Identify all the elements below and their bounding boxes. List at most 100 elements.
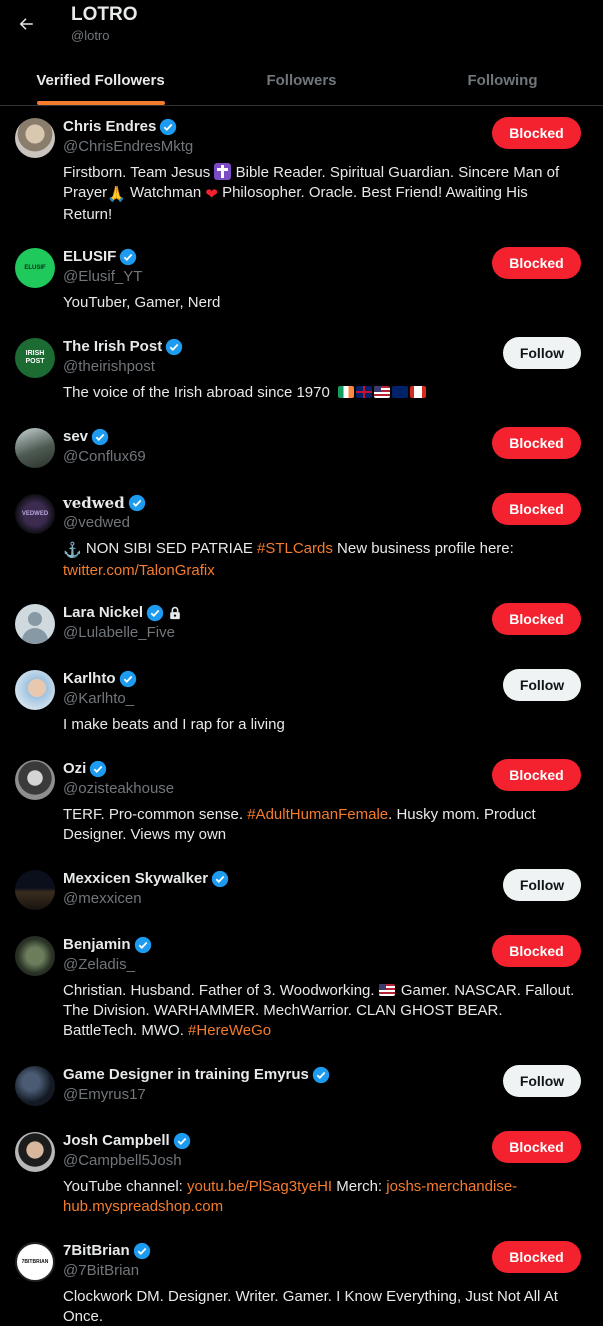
user-name[interactable]: Mexxicen Skywalker <box>63 870 208 888</box>
user-bio: Clockwork DM. Designer. Writer. Gamer. I… <box>63 1288 558 1325</box>
user-name[interactable]: sev <box>63 428 88 446</box>
7bitbrian-avatar[interactable]: 7BITBRIAN <box>15 1242 55 1282</box>
user-handle: @Lulabelle_Five <box>63 624 175 641</box>
user-name[interactable]: Karlhto <box>63 670 116 688</box>
user-name[interactable]: Lara Nickel <box>63 604 143 622</box>
user-bio: Christian. Husband. Father of 3. Woodwor… <box>63 982 575 1039</box>
user-name[interactable]: Benjamin <box>63 936 131 954</box>
youtube-link[interactable]: youtu.be/PlSag3tyeHI <box>187 1178 332 1195</box>
irish-post-avatar[interactable]: IRISH POST <box>15 338 55 378</box>
page-title: LOTRO <box>71 4 138 25</box>
verified-badge-icon <box>173 1132 190 1150</box>
elusif-avatar[interactable]: ELUSIF <box>15 248 55 288</box>
user-row[interactable]: Benjamin @Zeladis_ Blocked Christian. Hu… <box>0 924 603 1054</box>
portrait-avatar[interactable] <box>15 760 55 800</box>
user-bio: I make beats and I rap for a living <box>63 716 285 733</box>
canada-flag-icon <box>410 386 427 398</box>
user-bio: ⚓ NON SIBI SED PATRIAE #STLCards New bus… <box>63 540 514 579</box>
user-row[interactable]: Chris Endres @ChrisEndresMktg Blocked Fi… <box>0 106 603 236</box>
uk-flag-icon <box>356 386 373 398</box>
tab-following[interactable]: Following <box>402 56 603 105</box>
user-name[interactable]: The Irish Post <box>63 338 162 356</box>
user-row[interactable]: ELUSIF ELUSIF @Elusif_YT Blocked YouTube… <box>0 236 603 326</box>
verified-badge-icon <box>211 870 229 888</box>
bearded-man-avatar[interactable] <box>15 118 55 158</box>
hashtag-link[interactable]: #STLCards <box>257 540 333 557</box>
dark-figure-avatar[interactable] <box>15 1066 55 1106</box>
user-handle: @Campbell5Josh <box>63 1152 182 1169</box>
follow-button[interactable]: Follow <box>503 337 581 369</box>
night-city-avatar[interactable] <box>15 870 55 910</box>
verified-badge-icon <box>91 428 109 446</box>
man-avatar[interactable] <box>15 1132 55 1172</box>
landscape-avatar[interactable] <box>15 428 55 468</box>
user-row[interactable]: 7BITBRIAN 7BitBrian @7BitBrian Blocked C… <box>0 1230 603 1325</box>
verified-badge-icon <box>128 494 145 512</box>
user-bio: YouTube channel: youtu.be/PlSag3tyeHI Me… <box>63 1178 518 1215</box>
user-name[interactable]: ELUSIF <box>63 248 116 266</box>
blocked-button[interactable]: Blocked <box>492 117 581 149</box>
vedwed-avatar[interactable]: VEDWED <box>15 494 55 534</box>
user-list: Chris Endres @ChrisEndresMktg Blocked Fi… <box>0 106 603 1325</box>
blocked-button[interactable]: Blocked <box>492 759 581 791</box>
user-handle: @Elusif_YT <box>63 268 143 285</box>
user-row[interactable]: Ozi @ozisteakhouse Blocked TERF. Pro-com… <box>0 748 603 858</box>
verified-badge-icon <box>133 1242 150 1260</box>
user-row[interactable]: Josh Campbell @Campbell5Josh Blocked You… <box>0 1120 603 1230</box>
user-name[interactable]: Game Designer in training Emyrus <box>63 1066 309 1084</box>
default-avatar[interactable] <box>15 604 55 644</box>
tab-verified-followers[interactable]: Verified Followers <box>0 56 201 105</box>
blocked-button[interactable]: Blocked <box>492 1241 581 1273</box>
red-heart-icon: ❤ <box>205 186 218 203</box>
blocked-button[interactable]: Blocked <box>492 935 581 967</box>
person-avatar[interactable] <box>15 670 55 710</box>
user-row[interactable]: Mexxicen Skywalker @mexxicen Follow <box>0 858 603 924</box>
blocked-button[interactable]: Blocked <box>492 427 581 459</box>
user-row[interactable]: Game Designer in training Emyrus @Emyrus… <box>0 1054 603 1120</box>
cross-emoji-icon <box>214 163 232 180</box>
user-handle: @ozisteakhouse <box>63 780 175 797</box>
follow-button[interactable]: Follow <box>503 869 581 901</box>
user-name[interactable]: Josh Campbell <box>63 1132 170 1150</box>
praying-hands-icon: 🙏 <box>107 186 126 203</box>
blocked-button[interactable]: Blocked <box>492 493 581 525</box>
follow-button[interactable]: Follow <box>503 1065 581 1097</box>
user-bio: TERF. Pro-common sense. #AdultHumanFemal… <box>63 806 536 843</box>
user-bio: Firstborn. Team Jesus Bible Reader. Spir… <box>63 163 560 223</box>
hashtag-link[interactable]: #HereWeGo <box>188 1022 271 1039</box>
user-row[interactable]: Lara Nickel @Lulabelle_Five Blocked <box>0 592 603 658</box>
user-bio: The voice of the Irish abroad since 1970 <box>63 383 581 403</box>
user-name[interactable]: 7BitBrian <box>63 1242 130 1260</box>
user-name[interactable]: Ozi <box>63 760 86 778</box>
verified-badge-icon <box>90 760 107 778</box>
follow-button[interactable]: Follow <box>503 669 581 701</box>
user-row[interactable]: VEDWED vedwed @vedwed Blocked ⚓ NON SIBI… <box>0 482 603 592</box>
verified-badge-icon <box>134 936 151 954</box>
back-arrow-icon[interactable] <box>16 14 36 34</box>
user-row[interactable]: Karlhto @Karlhto_ Follow I make beats an… <box>0 658 603 748</box>
verified-badge-icon <box>312 1066 330 1084</box>
profile-link[interactable]: twitter.com/TalonGrafix <box>63 562 215 579</box>
blocked-button[interactable]: Blocked <box>492 247 581 279</box>
verified-badge-icon <box>120 248 137 266</box>
hashtag-link[interactable]: #AdultHumanFemale <box>247 806 388 823</box>
user-name[interactable]: Chris Endres <box>63 118 156 136</box>
australia-flag-icon <box>392 386 409 398</box>
user-handle: @Emyrus17 <box>63 1086 146 1103</box>
user-handle: @vedwed <box>63 514 130 531</box>
blocked-button[interactable]: Blocked <box>492 1131 581 1163</box>
blocked-button[interactable]: Blocked <box>492 603 581 635</box>
verified-badge-icon <box>146 604 164 622</box>
lock-icon <box>170 606 180 620</box>
tab-followers[interactable]: Followers <box>201 56 402 105</box>
us-flag-icon <box>378 984 395 996</box>
tab-bar: Verified Followers Followers Following <box>0 56 603 106</box>
page-handle: @lotro <box>71 28 110 43</box>
user-row[interactable]: IRISH POST The Irish Post @theirishpost … <box>0 326 603 416</box>
figure-avatar[interactable] <box>15 936 55 976</box>
user-handle: @Zeladis_ <box>63 956 135 973</box>
user-handle: @theirishpost <box>63 358 155 375</box>
user-row[interactable]: sev @Conflux69 Blocked <box>0 416 603 482</box>
verified-badge-icon <box>160 118 177 136</box>
user-name[interactable]: vedwed <box>63 494 125 512</box>
